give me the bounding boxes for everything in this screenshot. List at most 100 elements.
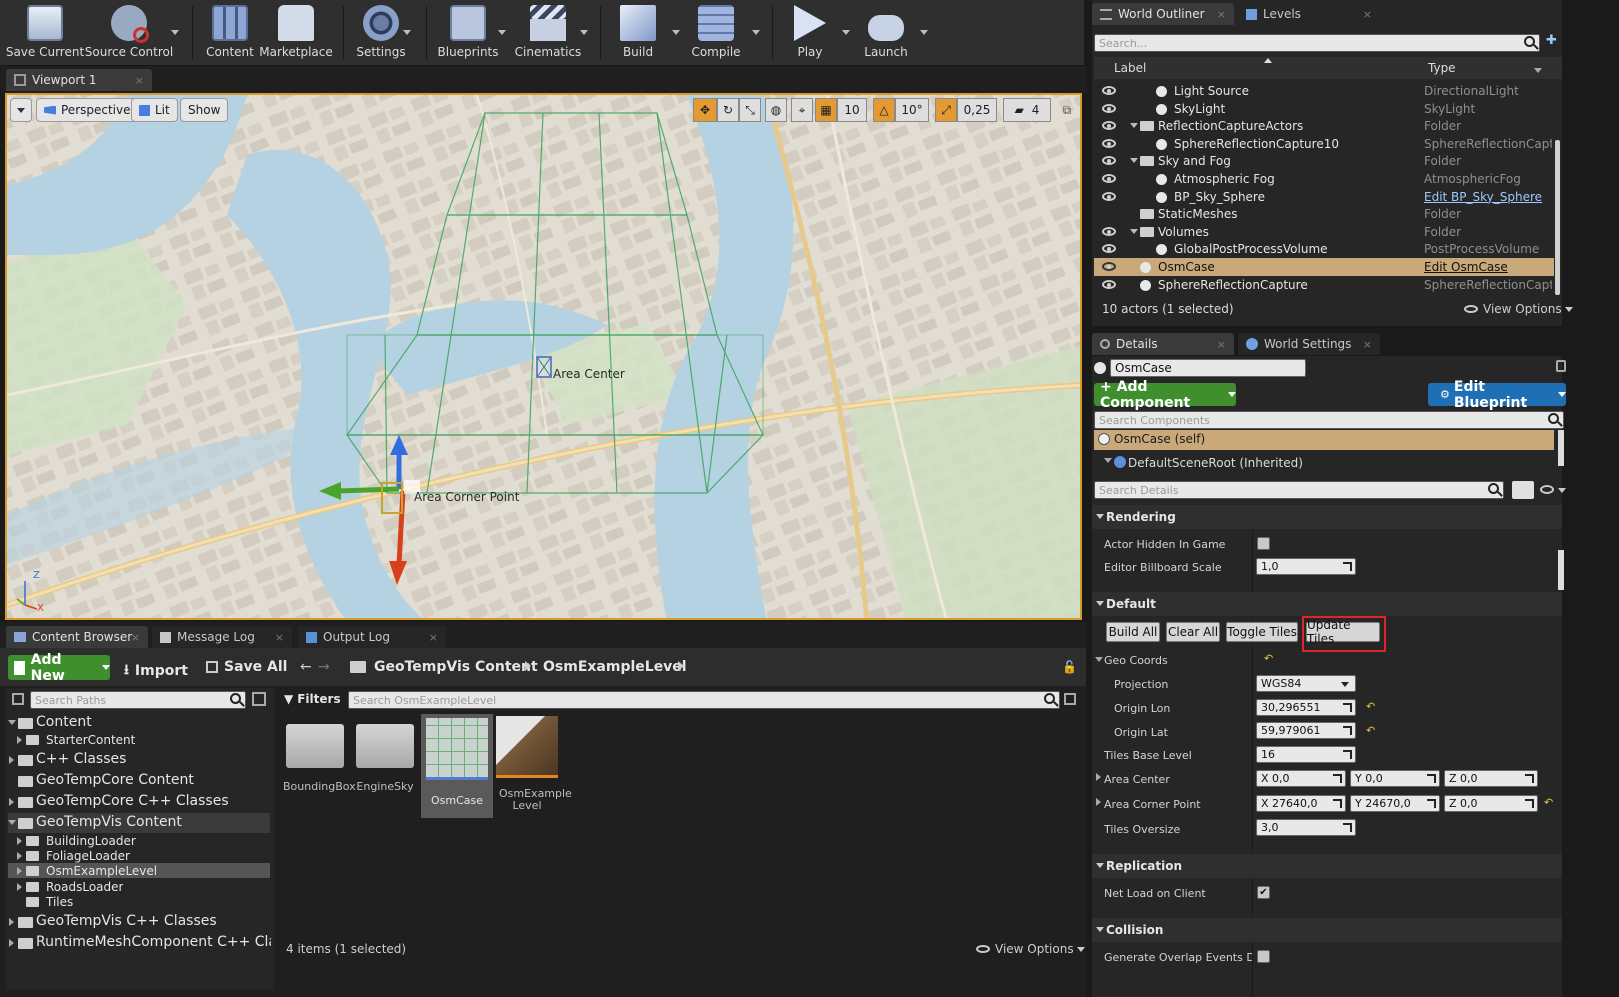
outliner-row[interactable]: GlobalPostProcessVolume PostProcessVolume (1094, 240, 1554, 258)
settings-button[interactable]: Settings (352, 2, 410, 64)
close-icon[interactable]: × (1217, 338, 1226, 351)
compile-button[interactable]: Compile (688, 2, 744, 64)
edit-blueprint-link[interactable]: Edit OsmCase (1424, 260, 1552, 274)
tree-expand-arrow-icon[interactable] (17, 837, 22, 845)
tree-expand-arrow-icon[interactable] (17, 852, 22, 860)
close-icon[interactable]: × (1363, 8, 1372, 21)
clear-all-button[interactable]: Clear All (1166, 622, 1220, 642)
eye-icon[interactable] (1102, 138, 1116, 148)
path-tree-item[interactable]: GeoTempVis C++ Classes (36, 913, 217, 929)
tree-expand-arrow-icon[interactable] (17, 867, 22, 875)
level-viewport[interactable]: Area Center Area Corner Point Z X Perspe… (5, 93, 1082, 620)
reset-to-default-icon[interactable]: ↶ (1544, 796, 1553, 809)
tree-expand-arrow-icon[interactable] (9, 798, 14, 806)
billboard-scale-field[interactable]: 1,0 (1256, 558, 1356, 575)
replication-category[interactable]: Replication (1092, 854, 1562, 878)
blueprints-caret-icon[interactable] (498, 30, 506, 35)
build-caret-icon[interactable] (672, 30, 680, 35)
outliner-row[interactable]: SphereReflectionCapture SphereReflectionC… (1094, 276, 1554, 294)
import-button[interactable]: ⭳ Import (124, 659, 188, 683)
eye-icon[interactable] (1102, 103, 1116, 113)
outliner-row[interactable]: Light Source DirectionalLight (1094, 82, 1554, 100)
type-column-options-icon[interactable] (1534, 68, 1542, 73)
area-center-expand-icon[interactable] (1096, 773, 1101, 781)
edit-blueprint-link[interactable]: Edit BP_Sky_Sphere (1424, 190, 1552, 204)
net-load-checkbox[interactable]: ✔ (1257, 886, 1270, 899)
path-tree-item[interactable]: GeoTempCore C++ Classes (36, 793, 229, 809)
path-tree-item[interactable]: RoadsLoader (46, 880, 123, 894)
details-scrollbar[interactable] (1558, 550, 1564, 590)
outliner-search-input[interactable]: Search... (1094, 34, 1540, 52)
tab-output-log[interactable]: Output Log × (298, 626, 446, 648)
show-button[interactable]: Show (180, 98, 229, 122)
area-corner-z-field[interactable]: Z 0,0 (1444, 795, 1538, 812)
content-view-options-button[interactable]: View Options (976, 942, 1085, 956)
eye-icon[interactable] (1102, 226, 1116, 236)
tree-expand-arrow-icon[interactable] (17, 736, 22, 744)
reset-to-default-icon[interactable]: ↶ (1264, 652, 1273, 665)
save-all-button[interactable]: Save All (206, 659, 287, 675)
eye-icon[interactable] (1102, 279, 1116, 289)
cinematics-caret-icon[interactable] (580, 30, 588, 35)
origin-lon-field[interactable]: 30,296551 (1256, 699, 1356, 716)
close-icon[interactable]: × (275, 631, 284, 644)
tab-content-browser[interactable]: Content Browser × (6, 626, 148, 648)
component-self-row[interactable]: OsmCase (self) (1094, 430, 1554, 450)
tree-expand-arrow-icon[interactable] (8, 720, 16, 725)
path-tree-item[interactable]: Content (36, 714, 92, 730)
eye-icon[interactable] (1102, 121, 1116, 131)
breadcrumb-osmexamplelevel[interactable]: OsmExampleLevel (543, 659, 687, 675)
rotation-snap-icon[interactable]: △ (873, 98, 895, 122)
save-current-button[interactable]: Save Current (6, 2, 84, 64)
marketplace-button[interactable]: Marketplace (259, 2, 333, 64)
search-components-input[interactable]: Search Components (1094, 411, 1564, 429)
tree-expand-arrow-icon[interactable] (17, 883, 22, 891)
close-icon[interactable]: × (135, 74, 144, 87)
breadcrumb-separator-icon[interactable] (678, 661, 684, 671)
components-scrollbar[interactable] (1558, 430, 1564, 466)
tab-world-outliner[interactable]: World Outliner × (1092, 3, 1234, 25)
eye-icon[interactable] (1102, 86, 1116, 95)
path-tree-item[interactable]: FoliageLoader (46, 849, 130, 863)
outliner-row[interactable]: Sky and Fog Folder (1094, 152, 1554, 170)
outliner-row[interactable]: BP_Sky_Sphere Edit BP_Sky_Sphere (1094, 188, 1554, 206)
close-icon[interactable]: × (131, 631, 140, 644)
reset-to-default-icon[interactable]: ↶ (1366, 724, 1375, 737)
asset-enginesky[interactable]: EngineSky (353, 716, 417, 793)
content-button[interactable]: Content (204, 2, 256, 64)
overlap-events-checkbox[interactable] (1257, 950, 1270, 963)
reset-to-default-icon[interactable]: ↶ (1366, 700, 1375, 713)
lit-button[interactable]: Lit (131, 98, 178, 122)
search-details-input[interactable]: Search Details (1094, 481, 1504, 499)
save-search-icon[interactable] (1064, 693, 1076, 705)
perspective-button[interactable]: Perspective (36, 98, 139, 122)
compile-caret-icon[interactable] (752, 30, 760, 35)
area-corner-y-field[interactable]: Y 24670,0 (1350, 795, 1440, 812)
add-new-button[interactable]: Add New (8, 652, 110, 684)
cinematics-button[interactable]: Cinematics (514, 2, 582, 64)
eye-icon[interactable] (1540, 485, 1554, 494)
area-corner-expand-icon[interactable] (1096, 798, 1101, 806)
source-control-button[interactable]: Source Control (85, 2, 173, 64)
geo-coords-expand-icon[interactable] (1095, 657, 1103, 662)
outliner-row[interactable]: ReflectionCaptureActors Folder (1094, 117, 1554, 135)
forward-arrow-icon[interactable]: → (318, 659, 330, 675)
filters-button[interactable]: ▼ Filters (284, 692, 341, 706)
scale-snap-value[interactable]: 0,25 (957, 98, 997, 122)
rendering-category[interactable]: Rendering (1092, 505, 1562, 529)
search-paths-input[interactable]: Search Paths (30, 691, 246, 709)
world-space-icon[interactable]: ◍ (765, 98, 787, 122)
asset-osmexamplelevel[interactable]: OsmExample Level (495, 716, 572, 812)
surface-snap-icon[interactable]: ⌖ (791, 98, 813, 122)
tab-message-log[interactable]: Message Log × (152, 626, 292, 648)
expand-arrow-icon[interactable] (1130, 158, 1138, 164)
tab-levels[interactable]: Levels × (1238, 3, 1380, 25)
default-category[interactable]: Default (1092, 592, 1562, 616)
scale-tool-icon[interactable]: ⤡ (739, 98, 761, 122)
default-scene-root-item[interactable]: DefaultSceneRoot (Inherited) (1128, 456, 1303, 470)
source-control-caret-icon[interactable] (171, 30, 179, 35)
area-corner-x-field[interactable]: X 27640,0 (1256, 795, 1346, 812)
eye-icon[interactable] (1102, 156, 1116, 166)
tree-expand-arrow-icon[interactable] (9, 939, 14, 947)
play-caret-icon[interactable] (842, 30, 850, 35)
